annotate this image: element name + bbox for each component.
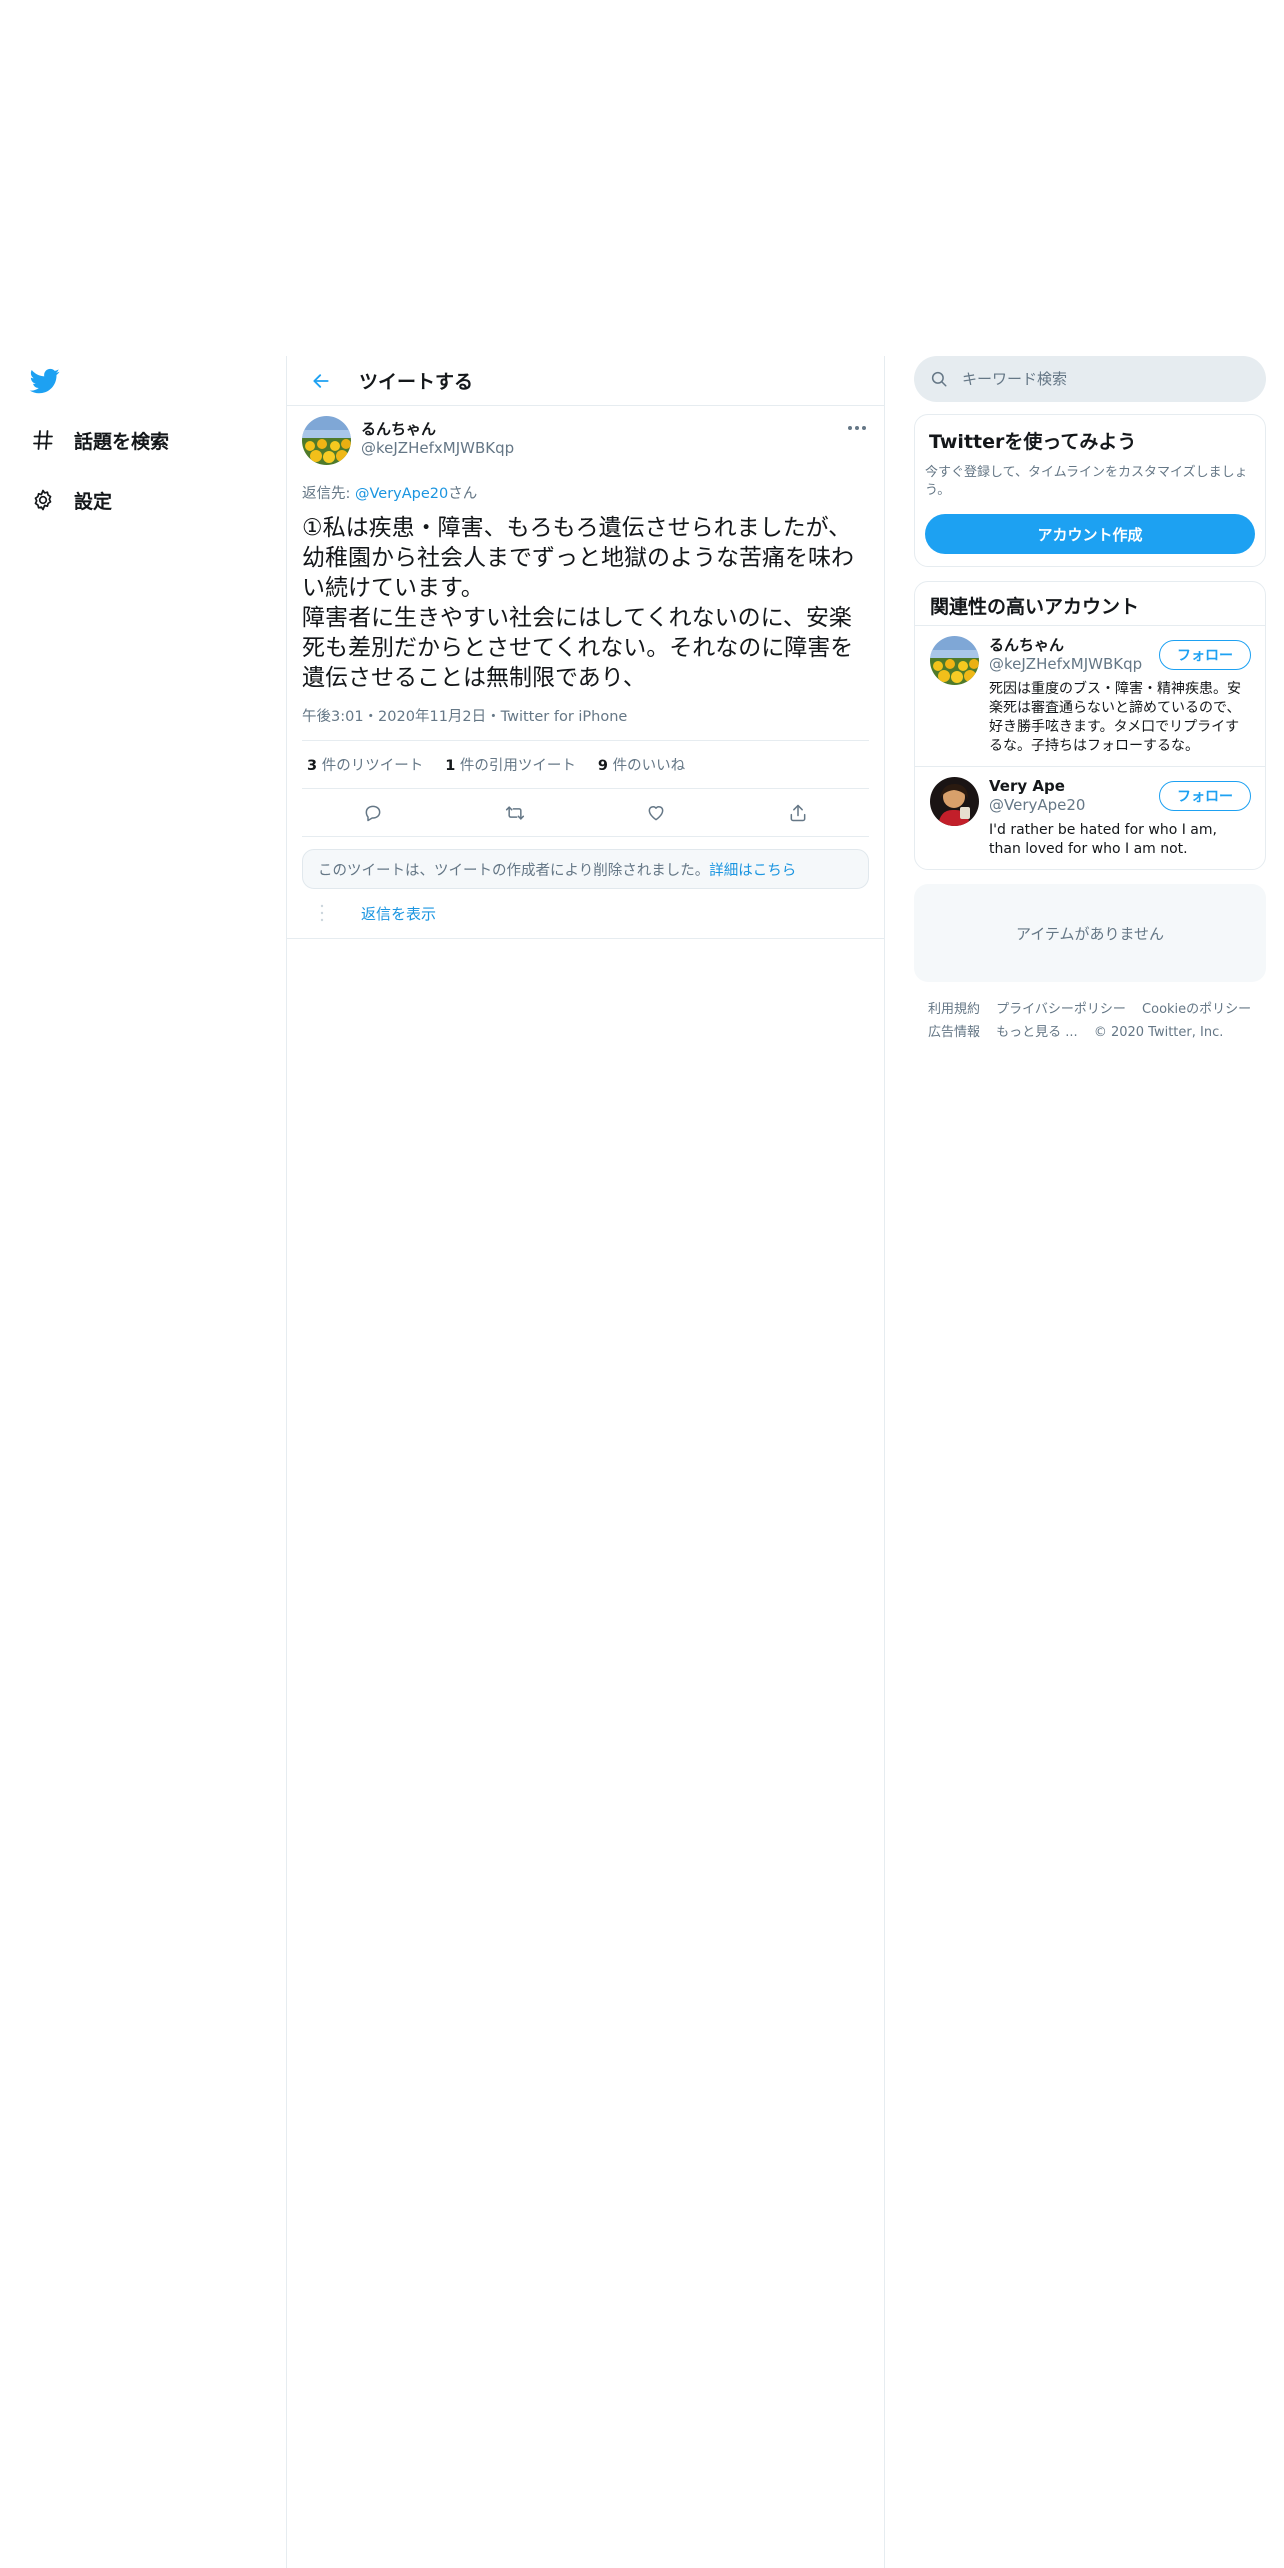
more-options-icon[interactable] [845,420,869,434]
heart-icon [648,805,664,820]
twitter-bird-icon[interactable] [28,366,62,396]
learn-more-link[interactable]: 詳細はこちら [709,859,796,880]
tweet-text: ①私は疾患・障害、もろもろ遺伝させられましたが、幼稚園から社会人までずっと地獄の… [302,515,854,691]
quote-count-label: 件の引用ツイート [455,758,576,774]
retweet-count-number: 3 [307,758,318,774]
deleted-notice-text: このツイートは、ツイートの作成者により削除されました。 [318,862,710,879]
signup-description: 今すぐ登録して、タイムラインをカスタマイズしましょう。 [925,465,1248,498]
footer-link-privacy[interactable]: プライバシーポリシー [996,1002,1126,1017]
reply-to-line: 返信先: @VeryApe20さん [302,482,869,503]
reply-mention-link[interactable]: @VeryApe20 [355,486,448,502]
like-count-label: 件のいいね [608,758,686,774]
share-button[interactable] [780,795,816,831]
quote-count[interactable]: 1 件の引用ツイート [445,754,576,775]
gear-icon [28,485,58,515]
like-count-number: 9 [597,758,608,774]
retweet-button[interactable] [497,795,533,831]
account-bio: 死因は重度のブス・障害・精神疾患。安楽死は審査通らないと諦めているので、好き勝手… [989,681,1241,754]
back-arrow-icon [313,373,329,388]
empty-trends-card: アイテムがありません [914,884,1266,982]
footer-copyright: © 2020 Twitter, Inc. [1093,1025,1224,1040]
back-button[interactable] [301,361,341,401]
show-replies-row[interactable]: 返信を表示 [287,889,884,939]
hashtag-icon [28,425,58,455]
account-item[interactable]: Very Ape @VeryApe20 I'd rather be hated … [915,767,1265,869]
deleted-tweet-notice: このツイートは、ツイートの作成者により削除されました。 詳細はこちら [302,849,869,889]
search-input[interactable] [962,370,1222,388]
right-sidebar: Twitterを使ってみよう 今すぐ登録して、タイムラインをカスタマイズしましょ… [914,356,1266,1044]
follow-button[interactable]: フォロー [1159,640,1251,670]
create-account-button[interactable]: アカウント作成 [925,514,1255,554]
search-icon [931,371,947,387]
footer-link-more[interactable]: もっと見る ... [996,1025,1078,1040]
retweet-count-label: 件のリツイート [317,758,424,774]
avatar[interactable] [302,416,351,465]
footer-link-ads[interactable]: 広告情報 [928,1025,980,1040]
related-accounts-card: 関連性の高いアカウント るんちゃん @keJZHefxMJWBKqp 死因は重度… [914,581,1266,870]
reply-icon [365,805,381,821]
nav-explore[interactable]: 話題を検索 [28,420,169,460]
avatar[interactable] [930,777,979,826]
author-handle[interactable]: @keJZHefxMJWBKqp [361,438,514,458]
thread-dots-icon [320,904,324,922]
show-replies-link[interactable]: 返信を表示 [361,903,436,924]
reply-button[interactable] [355,795,391,831]
like-count[interactable]: 9 件のいいね [598,754,685,775]
signup-title: Twitterを使ってみよう [929,431,1137,453]
footer-links: 利用規約 プライバシーポリシー Cookieのポリシー 広告情報 もっと見る .… [914,998,1266,1044]
search-box[interactable] [914,356,1266,402]
follow-button[interactable]: フォロー [1159,781,1251,811]
tweet-timestamp[interactable]: 午後3:01・2020年11月2日・Twitter for iPhone [302,705,869,741]
share-icon [790,804,806,821]
tweet: るんちゃん @keJZHefxMJWBKqp 返信先: @VeryApe20さん… [287,406,884,837]
avatar[interactable] [930,636,979,685]
nav-explore-label: 話題を検索 [74,430,170,453]
page-header: ツイートする [287,356,884,406]
author-name[interactable]: るんちゃん [361,420,514,438]
retweet-count[interactable]: 3 件のリツイート [307,754,423,775]
nav-settings-label: 設定 [74,490,113,513]
retweet-icon [505,805,524,820]
account-bio: I'd rather be hated for who I am, than l… [989,822,1217,857]
footer-link-terms[interactable]: 利用規約 [928,1002,980,1017]
like-button[interactable] [638,795,674,831]
tweet-actions [302,789,869,837]
tweet-stats: 3 件のリツイート 1 件の引用ツイート 9 件のいいね [302,741,869,789]
nav-settings[interactable]: 設定 [28,480,112,520]
footer-link-cookies[interactable]: Cookieのポリシー [1142,1002,1251,1017]
page-title: ツイートする [359,371,474,393]
reply-to-prefix: 返信先: [302,486,355,502]
reply-to-suffix: さん [448,486,478,502]
signup-card: Twitterを使ってみよう 今すぐ登録して、タイムラインをカスタマイズしましょ… [914,414,1266,567]
related-accounts-title: 関連性の高いアカウント [915,582,1265,626]
main-column: ツイートする るんちゃん @keJZHefxMJWBKqp 返信先: @Very… [286,356,885,2568]
quote-count-number: 1 [445,758,456,774]
account-item[interactable]: るんちゃん @keJZHefxMJWBKqp 死因は重度のブス・障害・精神疾患。… [915,626,1265,767]
